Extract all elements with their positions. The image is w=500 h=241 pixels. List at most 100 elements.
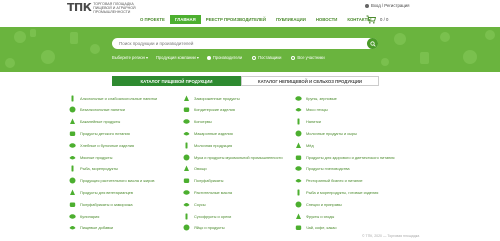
nav-item-1[interactable]: Главная xyxy=(169,15,201,24)
category-label: Яйцо и продукты xyxy=(194,225,225,231)
category-label: Растительные масла xyxy=(194,189,233,195)
category-item[interactable]: Безалкогольные напитки xyxy=(69,106,125,114)
category-item[interactable]: Продукты для здорового и диетического пи… xyxy=(295,153,395,161)
category-item[interactable]: Овощи xyxy=(183,165,207,173)
category-label: Мясо птицы xyxy=(306,107,328,113)
category-label: Чай, кофе, какао xyxy=(306,225,337,231)
category-item[interactable]: Бакалейные продукты xyxy=(69,118,120,126)
category-item[interactable]: Кулинария xyxy=(69,212,99,220)
sauce-icon xyxy=(183,202,190,207)
grain-icon xyxy=(295,95,302,101)
cook-icon xyxy=(69,213,76,219)
category-item[interactable]: Мясные продукты xyxy=(69,153,112,161)
category-item[interactable]: Молочные продукты и сыры xyxy=(295,129,357,137)
nav-item-4[interactable]: Новости xyxy=(311,15,343,24)
category-label: Макаронные изделия xyxy=(194,130,233,136)
semi-icon xyxy=(183,178,190,184)
cheese-icon xyxy=(295,130,302,137)
category-item[interactable]: Мёд xyxy=(295,141,314,149)
category-item[interactable]: Кондитерские изделия xyxy=(183,106,235,114)
hero-background-icons xyxy=(5,29,495,68)
radio-suppliers[interactable]: Поставщики xyxy=(252,55,281,60)
category-label: Мука и продукты мукомольной промышленнос… xyxy=(194,154,283,160)
category-label: Пищевые добавки xyxy=(80,225,114,231)
radio-all[interactable]: Все участники xyxy=(291,55,325,60)
user-icon xyxy=(365,3,369,8)
category-label: Напитки xyxy=(306,119,321,125)
tea-icon xyxy=(295,225,302,231)
category-label: Мясные продукты xyxy=(80,154,113,160)
category-item[interactable]: Замороженные продукты xyxy=(183,94,240,102)
category-item[interactable]: Алкогольные и слабоалкогольные напитки xyxy=(69,94,157,102)
radio-label: Поставщики xyxy=(258,55,282,60)
meat-icon xyxy=(69,155,76,159)
region-select[interactable]: Выберите регион ▾ xyxy=(112,55,148,60)
health-icon xyxy=(295,155,302,160)
region-select-label: Выберите регион xyxy=(112,55,145,60)
category-label: Бакалейные продукты xyxy=(80,119,121,125)
category-label: Алкогольные и слабоалкогольные напитки xyxy=(80,95,158,101)
category-label: Молочная продукция xyxy=(194,142,233,148)
category-item[interactable]: Яйцо и продукты xyxy=(183,224,225,232)
tab-nonfood-catalog[interactable]: Каталог непищевой и сельхоз продукции xyxy=(241,76,379,86)
category-item[interactable]: Хлебные и булочные изделия xyxy=(69,141,134,149)
category-item[interactable]: Ресторанный бизнес и питание xyxy=(295,177,363,185)
logo[interactable]: ТПК Торговая площадка пищевой и аграрной… xyxy=(67,2,153,14)
category-label: Полуфабрикаты и заморозка xyxy=(80,201,133,207)
category-label: Овощи xyxy=(194,166,207,172)
category-item[interactable]: Полуфабрикаты xyxy=(183,177,223,185)
tab-food-catalog[interactable]: Каталог пищевой продукции xyxy=(112,76,241,86)
flour-icon xyxy=(183,154,190,160)
radio-indicator xyxy=(206,55,211,60)
bottle-icon xyxy=(71,95,74,101)
bread-icon xyxy=(69,142,76,148)
chevron-down-icon: ▾ xyxy=(196,55,199,60)
category-item[interactable]: Консервы xyxy=(183,118,212,126)
cart-icon[interactable] xyxy=(366,15,376,24)
plant-oil-icon xyxy=(183,190,190,195)
pasta-icon xyxy=(183,131,190,136)
category-item[interactable]: Полуфабрикаты и заморозка xyxy=(69,200,133,208)
category-item[interactable]: Сухофрукты и орехи xyxy=(183,212,231,220)
category-item[interactable]: Специи и приправы xyxy=(295,200,342,208)
category-item[interactable]: Рыба, морепродукты xyxy=(69,165,118,173)
type-select[interactable]: Продукция компании ▾ xyxy=(156,55,199,60)
category-item[interactable]: Рыба и морепродукты, готовые изделия xyxy=(295,188,378,196)
category-item[interactable]: Растительные масла xyxy=(183,188,232,196)
baby-icon xyxy=(69,131,76,136)
nav-item-3[interactable]: Публикации xyxy=(271,15,311,24)
category-item[interactable]: Макаронные изделия xyxy=(183,129,233,137)
search-button[interactable] xyxy=(367,38,378,49)
spice-icon xyxy=(295,201,302,208)
oil-icon xyxy=(69,177,76,184)
category-item[interactable]: Напитки xyxy=(295,118,321,126)
egg-icon xyxy=(183,224,190,231)
category-item[interactable]: Мясо птицы xyxy=(295,106,328,114)
category-item[interactable]: Чай, кофе, какао xyxy=(295,224,337,232)
main-nav: О проекте Главная Реестр производителей Пуб… xyxy=(135,15,376,24)
category-item[interactable]: Продукты детского питания xyxy=(69,129,130,137)
category-item[interactable]: Продукты пчеловодства xyxy=(295,165,350,173)
nav-item-0[interactable]: О проекте xyxy=(135,15,170,24)
category-item[interactable]: Соусы xyxy=(183,200,206,208)
category-label: Продукты пчеловодства xyxy=(306,166,350,172)
can-icon xyxy=(183,119,190,124)
type-select-label: Продукция компании xyxy=(155,55,196,60)
cart-count: 0 / 0 xyxy=(380,17,389,22)
category-item[interactable]: Продукты для вегетарианцев xyxy=(69,188,133,196)
catalog-tabs: Каталог пищевой продукции Каталог непище… xyxy=(112,76,379,86)
search-input[interactable] xyxy=(119,41,359,46)
radio-indicator xyxy=(252,55,257,60)
radio-producers[interactable]: Производители xyxy=(206,55,242,60)
category-item[interactable]: Продукция растительного масла и жиров xyxy=(69,177,154,185)
category-item[interactable]: Пищевые добавки xyxy=(69,224,113,232)
category-item[interactable]: Молочная продукция xyxy=(183,141,232,149)
footer-text: © ТПК, 2020 — Торговая площадка xyxy=(362,234,420,238)
category-item[interactable]: Крупы, зерновые xyxy=(295,94,337,102)
nav-item-2[interactable]: Реестр производителей xyxy=(201,15,271,24)
login-link[interactable]: Вход / Регистрация xyxy=(365,3,409,8)
category-label: Продукты для здорового и диетического пи… xyxy=(306,154,395,160)
restaurant-icon xyxy=(295,179,302,183)
category-item[interactable]: Мука и продукты мукомольной промышленнос… xyxy=(183,153,283,161)
category-item[interactable]: Фрукты и ягоды xyxy=(295,212,334,220)
